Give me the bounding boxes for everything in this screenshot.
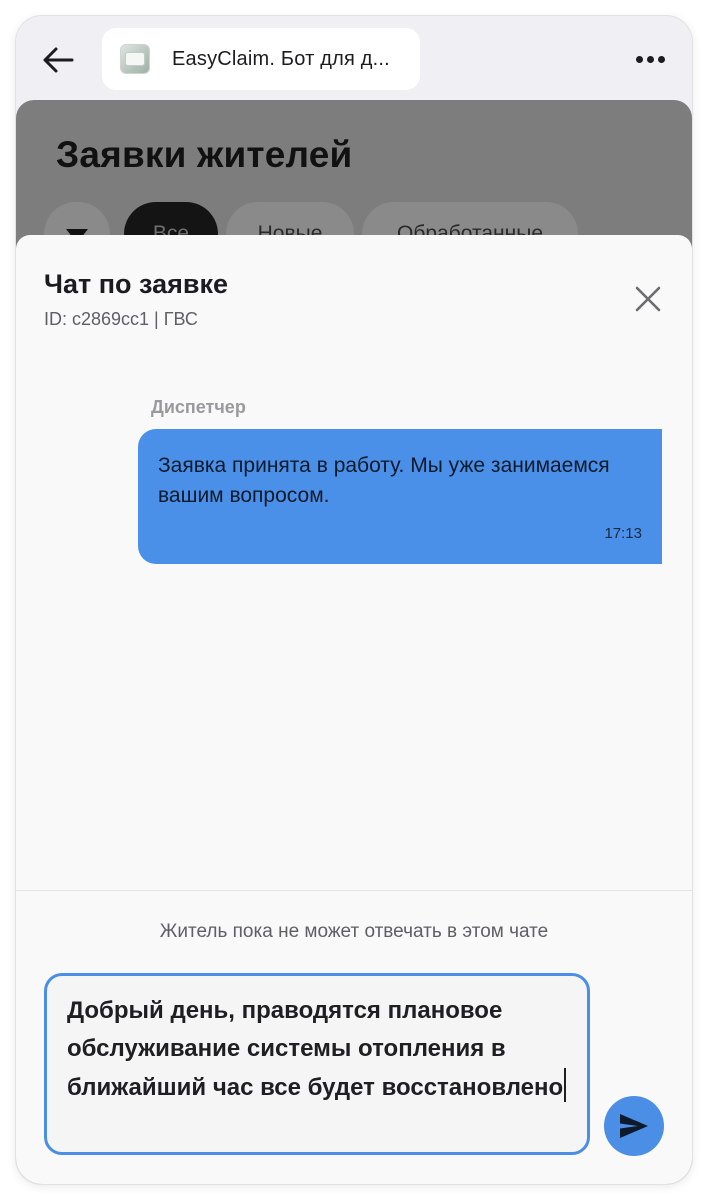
chat-sheet: Чат по заявке ID: c2869cc1 | ГВС Диспетч… xyxy=(16,235,692,1184)
text-caret xyxy=(564,1068,567,1102)
send-button[interactable] xyxy=(604,1096,664,1156)
page-title: Заявки жителей xyxy=(56,134,353,175)
phone-screen: EasyClaim. Бот для д... Заявки жителей В… xyxy=(16,16,692,1184)
message-bubble: Заявка принята в работу. Мы уже занимаем… xyxy=(138,429,662,564)
arrow-left-icon xyxy=(43,47,74,73)
chat-subtitle: ID: c2869cc1 | ГВС xyxy=(44,309,198,329)
chat-notice: Житель пока не может отвечать в этом чат… xyxy=(159,921,549,942)
more-horizontal-icon xyxy=(635,55,643,63)
divider xyxy=(16,890,692,891)
send-icon xyxy=(620,1114,648,1138)
message-input-value: Добрый день, праводятся плановое обслужи… xyxy=(67,997,564,1101)
close-icon xyxy=(635,286,661,312)
more-button[interactable] xyxy=(630,42,670,76)
app-icon xyxy=(120,44,150,74)
message-input[interactable]: Добрый день, праводятся плановое обслужи… xyxy=(44,973,590,1155)
message-text: Заявка принята в работу. Мы уже занимаем… xyxy=(158,454,610,507)
app-title-pill[interactable]: EasyClaim. Бот для д... xyxy=(102,28,420,90)
close-button[interactable] xyxy=(630,281,666,317)
chat-title: Чат по заявке xyxy=(44,269,228,299)
back-button[interactable] xyxy=(38,40,78,80)
message-sender: Диспетчер xyxy=(151,397,246,417)
more-horizontal-icon xyxy=(646,55,654,63)
app-title: EasyClaim. Бот для д... xyxy=(172,47,390,70)
message-time: 17:13 xyxy=(604,525,642,542)
more-horizontal-icon xyxy=(657,55,665,63)
top-bar: EasyClaim. Бот для д... xyxy=(16,16,692,100)
